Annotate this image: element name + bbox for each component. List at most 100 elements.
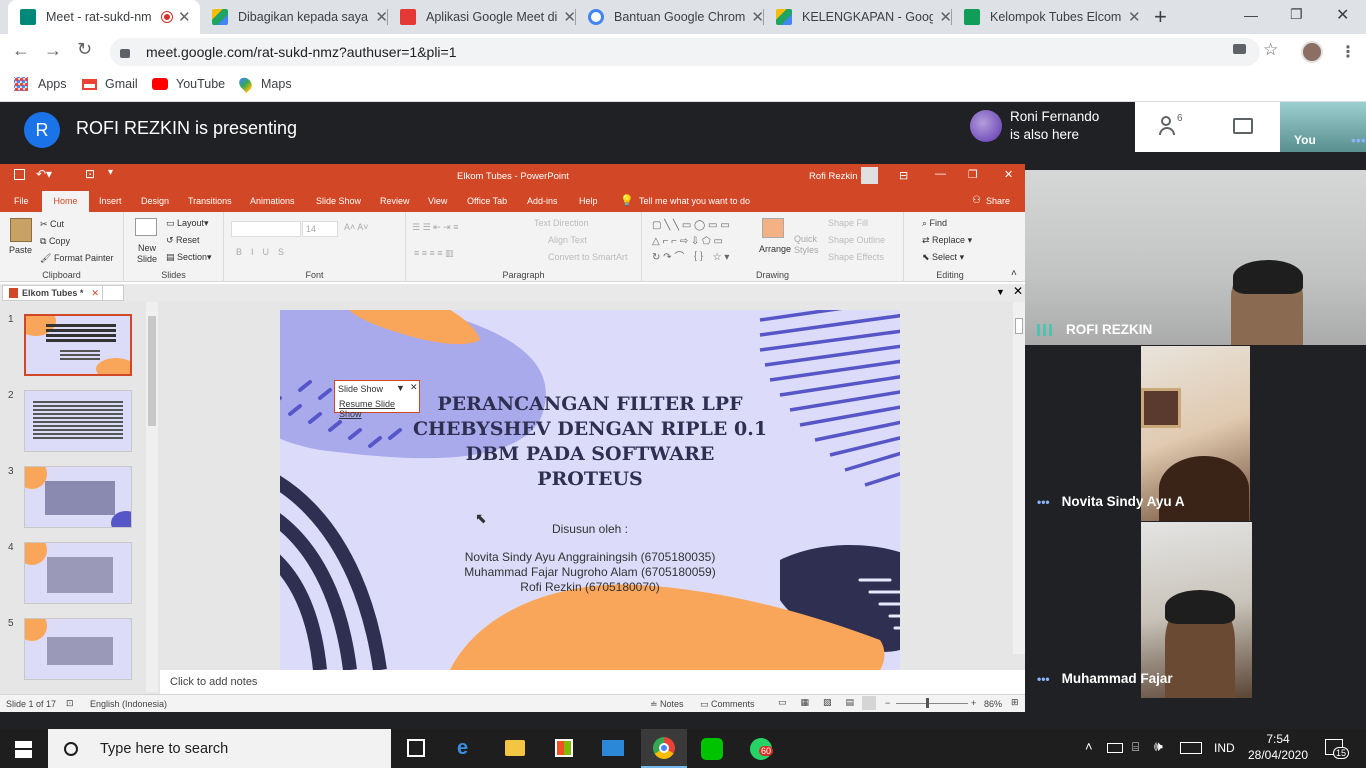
menu-home[interactable]: Home — [42, 191, 89, 212]
slide-thumbnail-1[interactable] — [24, 314, 132, 376]
close-doc-tab-icon[interactable]: ✕ — [91, 288, 99, 299]
menu-view[interactable]: View — [428, 196, 447, 206]
menu-review[interactable]: Review — [380, 196, 410, 206]
slide-scrollbar[interactable] — [1013, 302, 1025, 654]
undo-icon[interactable]: ↶▾ — [36, 167, 52, 181]
menu-help[interactable]: Help — [579, 196, 598, 206]
camera-icon[interactable] — [1233, 44, 1246, 54]
find-button[interactable]: ⌕ Find — [922, 218, 947, 229]
ribbon-display-icon[interactable]: ⊟ — [899, 169, 908, 182]
slide-thumbnail-5[interactable] — [24, 618, 132, 680]
more-options-icon[interactable]: ••• — [1351, 132, 1366, 148]
comments-toggle[interactable]: ▭ Comments — [700, 699, 755, 710]
edge-icon[interactable]: e — [457, 737, 468, 760]
shape-outline-button[interactable]: Shape Outline — [828, 235, 885, 245]
tab-list-dropdown-icon[interactable]: ▼ — [996, 287, 1005, 297]
task-view-icon[interactable] — [407, 739, 425, 757]
list-icons[interactable]: ☰ ☰ ⇤ ⇥ ≡ — [412, 222, 458, 233]
address-bar[interactable]: meet.google.com/rat-sukd-nmz?authuser=1&… — [110, 38, 1260, 66]
text-direction-button[interactable]: Text Direction — [534, 218, 589, 228]
tab-chrome-help[interactable]: Bantuan Google Chrom ✕ — [576, 0, 764, 34]
new-doc-tab[interactable] — [102, 285, 124, 301]
paste-icon[interactable] — [10, 218, 32, 242]
replace-button[interactable]: ⇄ Replace ▾ — [922, 235, 972, 246]
spellcheck-icon[interactable]: ⊡ — [66, 698, 74, 709]
back-arrow-icon[interactable]: ← — [12, 40, 30, 61]
battery-icon[interactable] — [1107, 743, 1123, 753]
fit-to-window-icon[interactable]: ⊞ — [1011, 697, 1019, 708]
menu-file[interactable]: File — [14, 196, 29, 206]
doc-tab-elkom[interactable]: Elkom Tubes * ✕ — [2, 285, 106, 301]
notes-toggle[interactable]: ≐ Notes — [650, 699, 684, 710]
menu-design[interactable]: Design — [141, 196, 169, 206]
new-tab-button[interactable]: + — [1154, 4, 1167, 30]
menu-insert[interactable]: Insert — [99, 196, 122, 206]
new-slide-icon[interactable] — [135, 218, 157, 236]
share-button[interactable]: Share — [986, 196, 1010, 206]
customize-qat-icon[interactable]: ▾ — [108, 167, 113, 178]
menu-add-ins[interactable]: Add-ins — [527, 196, 558, 206]
line-icon[interactable] — [701, 738, 723, 760]
forward-arrow-icon[interactable]: → — [44, 40, 62, 61]
popup-close-icon[interactable]: ✕ — [410, 382, 418, 393]
slideshow-view-button[interactable] — [862, 696, 876, 710]
view-buttons[interactable]: ▭▦▧▤ — [778, 697, 868, 708]
bookmark-gmail[interactable]: Gmail — [82, 77, 138, 91]
tab-meet[interactable]: Meet - rat-sukd-nm ✕ — [8, 0, 200, 34]
resume-slideshow-button[interactable]: Resume Slide Show — [339, 399, 419, 419]
arrange-button[interactable]: Arrange — [759, 244, 791, 254]
zoom-in-button[interactable]: + — [971, 698, 976, 708]
people-icon[interactable]: 6 — [1159, 113, 1185, 136]
close-tab-icon[interactable]: ✕ — [1128, 8, 1141, 26]
taskbar-search-box[interactable]: Type here to search — [48, 729, 391, 768]
shapes-gallery[interactable]: ▢ ╲ ╲ ▭ ◯ ▭ ▭ △ ⌐ ⌐ ⇨ ⇩ ⬠ ▭ ↻ ↷ ⌒ ｛ ｝ ☆ ▾ — [652, 218, 754, 264]
slideshow-from-beginning-icon[interactable]: ⊡ — [85, 167, 95, 181]
arrange-icon[interactable] — [762, 218, 784, 238]
slide-thumbnail-4[interactable] — [24, 542, 132, 604]
zoom-out-button[interactable]: − — [885, 698, 890, 708]
close-all-tabs-icon[interactable]: ✕ — [1013, 284, 1023, 298]
ppt-minimize-button[interactable]: — — [935, 168, 946, 180]
ppt-close-button[interactable]: ✕ — [1004, 168, 1013, 181]
tab-meet-app-help[interactable]: Aplikasi Google Meet di ✕ — [388, 0, 576, 34]
tab-sheets[interactable]: Kelompok Tubes Elcom ✕ — [952, 0, 1142, 34]
close-window-button[interactable]: ✕ — [1336, 5, 1349, 25]
notes-pane[interactable]: Click to add notes — [160, 672, 1025, 694]
align-text-button[interactable]: Align Text — [548, 235, 587, 245]
tab-kelengkapan[interactable]: KELENGKAPAN - Googl ✕ — [764, 0, 952, 34]
menu-animations[interactable]: Animations — [250, 196, 295, 206]
current-slide[interactable]: PERANCANGAN FILTER LPF CHEBYSHEV DENGAN … — [280, 310, 900, 670]
mail-icon[interactable] — [602, 740, 624, 756]
self-view-tile[interactable]: You ••• — [1280, 102, 1366, 152]
author-list[interactable]: Novita Sindy Ayu Anggrainingsih (6705180… — [280, 550, 900, 595]
restore-button[interactable]: ❐ — [1290, 6, 1303, 23]
section-button[interactable]: ▤ Section▾ — [166, 252, 212, 263]
shape-effects-button[interactable]: Shape Effects — [828, 252, 884, 262]
bookmark-youtube[interactable]: YouTube — [152, 77, 225, 91]
new-slide-button[interactable]: New Slide — [132, 243, 162, 265]
close-tab-icon[interactable]: ✕ — [178, 8, 191, 26]
zoom-slider[interactable] — [896, 698, 968, 708]
save-icon[interactable] — [14, 169, 25, 180]
font-name-box[interactable] — [231, 221, 301, 237]
share-person-icon[interactable]: ⚇ — [972, 195, 981, 206]
file-explorer-icon[interactable] — [505, 740, 525, 756]
menu-transitions[interactable]: Transitions — [188, 196, 232, 206]
bookmark-star-icon[interactable]: ☆ — [1263, 40, 1278, 60]
shape-fill-button[interactable]: Shape Fill — [828, 218, 868, 228]
grow-font-icon[interactable]: A˄ A˅ — [344, 222, 369, 232]
slide-thumbnail-3[interactable] — [24, 466, 132, 528]
clock-time[interactable]: 7:54 — [1248, 732, 1308, 746]
bookmark-apps[interactable]: Apps — [14, 77, 67, 91]
more-options-icon[interactable]: ••• — [1037, 672, 1050, 686]
participant-tile-rofi[interactable]: ROFI REZKIN — [1025, 170, 1366, 345]
windows-start-icon[interactable] — [15, 741, 32, 758]
tray-chevron-icon[interactable]: ˄ — [1085, 739, 1093, 754]
keyboard-icon[interactable] — [1180, 742, 1202, 754]
popup-dropdown-icon[interactable]: ▼ — [396, 383, 405, 393]
cut-button[interactable]: ✂ Cut — [40, 219, 64, 230]
reset-button[interactable]: ↺ Reset — [166, 235, 200, 246]
chrome-menu-icon[interactable]: ⋮ — [1340, 42, 1356, 62]
language-status[interactable]: English (Indonesia) — [90, 699, 167, 709]
more-options-icon[interactable]: ••• — [1037, 495, 1050, 509]
